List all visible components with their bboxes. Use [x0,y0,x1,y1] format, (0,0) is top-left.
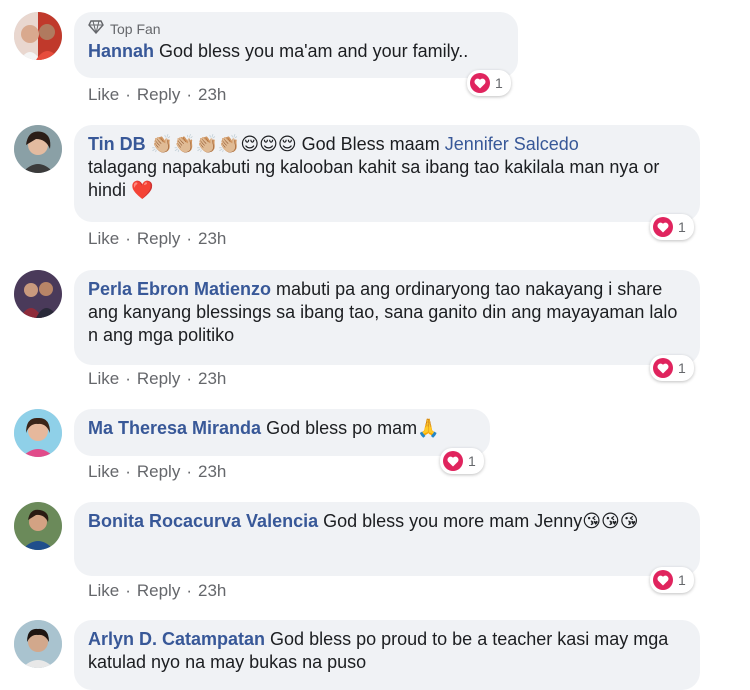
comment-actions: Like · Reply · 23h [88,369,227,389]
avatar[interactable] [14,409,62,457]
author-name[interactable]: Hannah [88,41,154,61]
comment-actions: Like · Reply · 23h [88,85,227,105]
reaction-count[interactable]: 1 [440,448,484,474]
kiss-emoji: 😘😘😘 [582,511,639,531]
heart-icon [653,217,673,237]
comment-bubble: Ma Theresa Miranda God bless po mam🙏 [74,409,490,456]
timestamp[interactable]: 23h [198,462,226,482]
author-name[interactable]: Tin DB [88,134,146,154]
author-name[interactable]: Perla Ebron Matienzo [88,279,271,299]
timestamp[interactable]: 23h [198,581,226,601]
heart-icon [443,451,463,471]
top-fan-badge: Top Fan [88,20,504,37]
reaction-count[interactable]: 1 [650,355,694,381]
reaction-count[interactable]: 1 [467,70,511,96]
folded-hands-emoji: 🙏 [417,418,440,438]
comment-text: God bless you more mam Jenny [323,511,583,531]
heart-icon [653,570,673,590]
timestamp[interactable]: 23h [198,85,226,105]
author-name[interactable]: Arlyn D. Catampatan [88,629,265,649]
author-name[interactable]: Bonita Rocacurva Valencia [88,511,318,531]
author-name[interactable]: Ma Theresa Miranda [88,418,261,438]
mention-link[interactable]: Jennifer Salcedo [445,134,579,154]
comment-actions: Like · Reply · 23h [88,581,227,601]
reply-button[interactable]: Reply [137,85,180,105]
reply-button[interactable]: Reply [137,581,180,601]
like-button[interactable]: Like [88,462,119,482]
reply-button[interactable]: Reply [137,369,180,389]
comment-text: God bless you ma'am and your family.. [159,41,469,61]
like-button[interactable]: Like [88,85,119,105]
comment-bubble: Bonita Rocacurva Valencia God bless you m… [74,502,700,576]
avatar[interactable] [14,502,62,550]
avatar[interactable] [14,620,62,668]
like-button[interactable]: Like [88,581,119,601]
reply-button[interactable]: Reply [137,229,180,249]
reaction-count[interactable]: 1 [650,567,694,593]
timestamp[interactable]: 23h [198,369,226,389]
reply-button[interactable]: Reply [137,462,180,482]
comment-bubble: Top Fan Hannah God bless you ma'am and yo… [74,12,518,78]
comment-text: God Bless maam [301,134,440,154]
comment-bubble: Perla Ebron Matienzo mabuti pa ang ordina… [74,270,700,365]
comment-bubble: Tin DB 👏🏼👏🏼👏🏼👏🏼😌😌😌 God Bless maam Jennife… [74,125,700,222]
comment-actions: Like · Reply · 23h [88,462,227,482]
heart-icon [653,358,673,378]
comment-actions: Like · Reply · 23h [88,229,227,249]
like-button[interactable]: Like [88,229,119,249]
timestamp[interactable]: 23h [198,229,226,249]
diamond-icon [88,20,104,37]
red-heart-emoji: ❤️ [131,180,154,200]
avatar[interactable] [14,125,62,173]
comment-text: God bless po mam [266,418,418,438]
comment-text-continued: talagang napakabuti ng kalooban kahit sa… [88,157,660,200]
avatar[interactable] [14,12,62,60]
reaction-count[interactable]: 1 [650,214,694,240]
comment-bubble: Arlyn D. Catampatan God bless po proud to… [74,620,700,690]
avatar[interactable] [14,270,62,318]
heart-icon [470,73,490,93]
like-button[interactable]: Like [88,369,119,389]
emoji-string: 👏🏼👏🏼👏🏼👏🏼😌😌😌 [150,134,297,154]
